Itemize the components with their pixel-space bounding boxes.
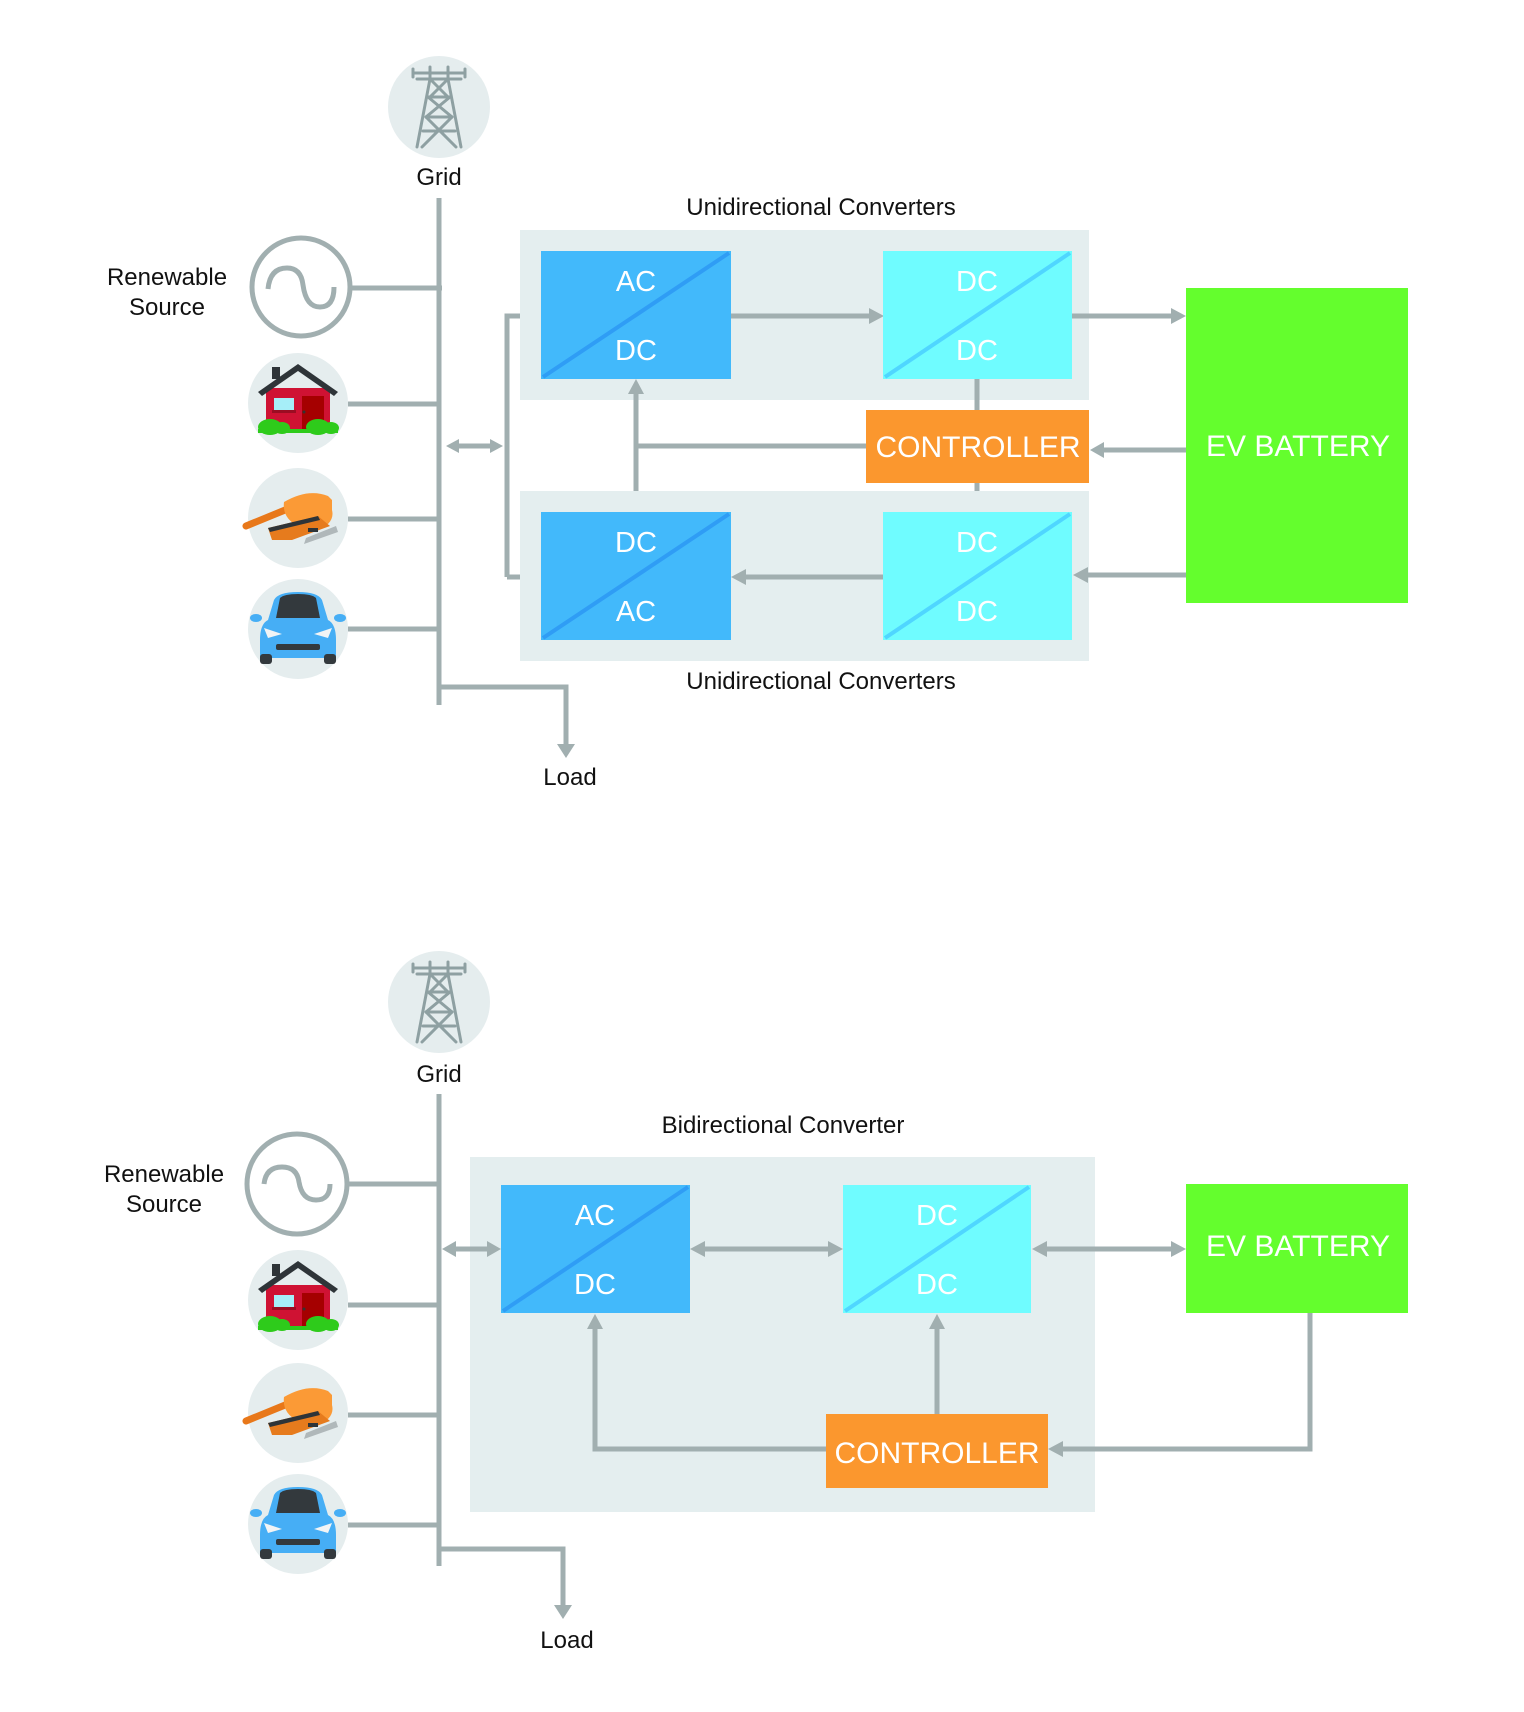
converter-input-label: AC bbox=[575, 1200, 615, 1232]
battery-label: EV BATTERY bbox=[1206, 1230, 1390, 1263]
house-node bbox=[248, 353, 439, 453]
converter-input-label: DC bbox=[956, 266, 998, 298]
bidirectional-ac-dc-converter[interactable]: AC DC bbox=[501, 1185, 690, 1313]
renewable-label-line2: Source bbox=[129, 294, 205, 321]
converter-input-label: AC bbox=[616, 266, 656, 298]
load-line bbox=[439, 1546, 566, 1606]
battery-to-controller-line bbox=[1062, 1313, 1313, 1452]
arrow-head-right bbox=[1171, 1241, 1186, 1257]
ev-charging-diagrams: Grid Renewable Source Load Unidirectiona… bbox=[104, 56, 1408, 1654]
sander-node bbox=[246, 468, 439, 568]
load-label: Load bbox=[543, 764, 596, 791]
grid-node: Grid bbox=[388, 951, 490, 1088]
grid-label: Grid bbox=[416, 164, 461, 191]
controller-label: CONTROLLER bbox=[875, 431, 1080, 464]
arrow-head-left bbox=[442, 1241, 456, 1257]
arrow-head-left bbox=[446, 439, 459, 453]
car-node bbox=[248, 579, 439, 679]
house-node bbox=[248, 1250, 439, 1350]
renewable-label-line1: Renewable bbox=[104, 1161, 224, 1188]
ac-wave-icon bbox=[261, 1164, 333, 1203]
ev-battery-block[interactable]: EV BATTERY bbox=[1186, 288, 1408, 603]
bidirectional-diagram: Grid Renewable Source Load Bidirectional… bbox=[104, 951, 1408, 1654]
controller-block[interactable]: CONTROLLER bbox=[826, 1414, 1048, 1488]
converter-input-label: DC bbox=[956, 527, 998, 559]
arrow-head-right bbox=[490, 439, 503, 453]
upper-dc-dc-converter[interactable]: DC DC bbox=[883, 251, 1072, 379]
converter-input-label: DC bbox=[916, 1200, 958, 1232]
converter-output-label: DC bbox=[956, 596, 998, 628]
controller-label: CONTROLLER bbox=[834, 1437, 1039, 1470]
controller-block[interactable]: CONTROLLER bbox=[866, 410, 1089, 483]
car-node bbox=[248, 1474, 439, 1574]
upper-panel-title: Unidirectional Converters bbox=[686, 194, 955, 221]
load-line bbox=[439, 684, 569, 745]
sander-node bbox=[246, 1363, 439, 1463]
converter-input-label: DC bbox=[615, 527, 657, 559]
arrow-head-into-battery bbox=[1171, 308, 1186, 324]
renewable-source-node: Renewable Source bbox=[107, 235, 442, 339]
panel-title: Bidirectional Converter bbox=[662, 1112, 905, 1139]
lower-dc-dc-converter[interactable]: DC DC bbox=[883, 512, 1072, 640]
converter-output-label: DC bbox=[574, 1269, 616, 1301]
load-label: Load bbox=[540, 1627, 593, 1654]
converter-output-label: DC bbox=[916, 1269, 958, 1301]
converter-output-label: DC bbox=[956, 335, 998, 367]
ev-battery-block[interactable]: EV BATTERY bbox=[1186, 1184, 1408, 1313]
converter-output-label: AC bbox=[616, 596, 656, 628]
battery-label: EV BATTERY bbox=[1206, 430, 1390, 463]
renewable-source-node: Renewable Source bbox=[104, 1131, 439, 1237]
converter-output-label: DC bbox=[615, 335, 657, 367]
renewable-label-line1: Renewable bbox=[107, 264, 227, 291]
grid-node: Grid bbox=[388, 56, 490, 191]
load-arrow-head bbox=[554, 1605, 572, 1619]
lower-dc-ac-converter[interactable]: DC AC bbox=[541, 512, 731, 640]
ac-wave-icon bbox=[265, 265, 337, 310]
upper-ac-dc-converter[interactable]: AC DC bbox=[541, 251, 731, 379]
renewable-label-line2: Source bbox=[126, 1191, 202, 1218]
unidirectional-diagram: Grid Renewable Source Load Unidirectiona… bbox=[107, 56, 1408, 791]
bidirectional-dc-dc-converter[interactable]: DC DC bbox=[843, 1185, 1031, 1313]
grid-label: Grid bbox=[416, 1061, 461, 1088]
lower-panel-title: Unidirectional Converters bbox=[686, 668, 955, 695]
arrow-head-into-controller bbox=[1090, 442, 1104, 458]
load-arrow-head bbox=[557, 744, 575, 758]
